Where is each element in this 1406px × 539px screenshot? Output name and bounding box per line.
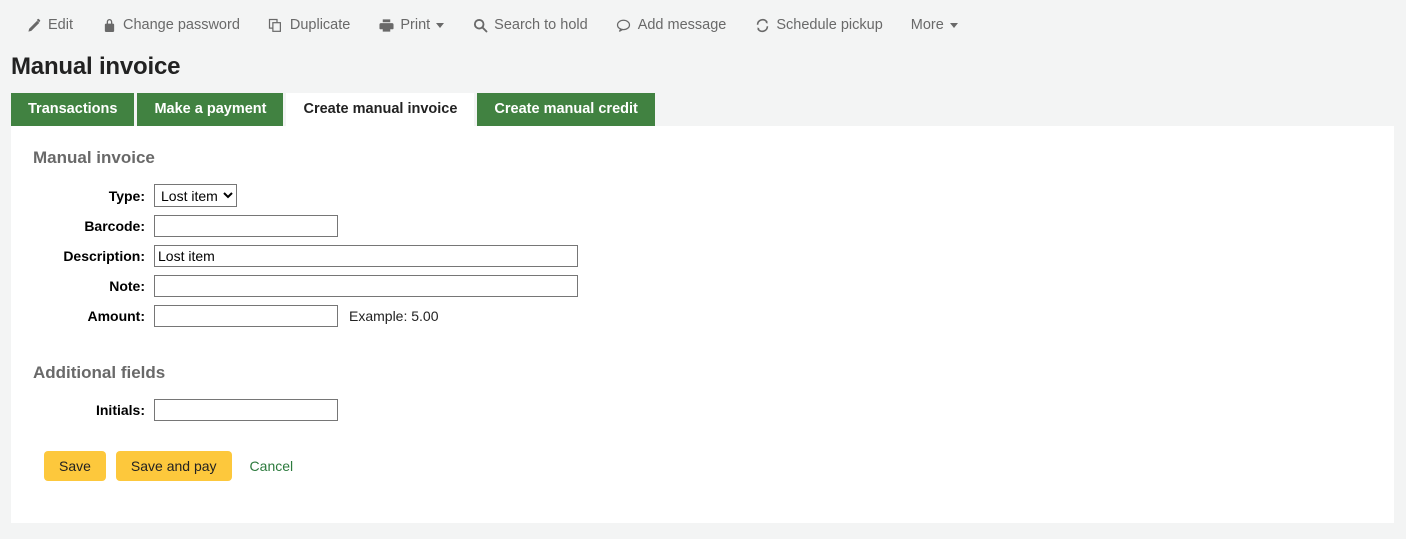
page-title: Manual invoice <box>0 50 1406 84</box>
toolbar-item-label: Edit <box>48 17 73 33</box>
content-panel: Manual invoice Type: Lost item Barcode: … <box>11 126 1394 523</box>
copy-icon <box>268 17 284 33</box>
toolbar-item-label: More <box>911 17 944 33</box>
toolbar-item-label: Print <box>400 17 430 33</box>
form-row-type: Type: Lost item <box>11 184 1394 207</box>
toolbar-item-duplicate[interactable]: Duplicate <box>268 17 350 33</box>
additional-fields-legend: Additional fields <box>11 363 1394 383</box>
tab-bar: Transactions Make a payment Create manua… <box>0 93 1406 126</box>
printer-icon <box>378 17 394 33</box>
tab-make-a-payment[interactable]: Make a payment <box>137 93 283 126</box>
barcode-input[interactable] <box>154 215 338 237</box>
description-label: Description: <box>11 248 154 264</box>
barcode-label: Barcode: <box>11 218 154 234</box>
initials-label: Initials: <box>11 402 154 418</box>
save-button[interactable]: Save <box>44 451 106 481</box>
form-row-note: Note: <box>11 275 1394 297</box>
toolbar-item-label: Change password <box>123 17 240 33</box>
toolbar-item-label: Search to hold <box>494 17 588 33</box>
toolbar-item-label: Duplicate <box>290 17 350 33</box>
note-input[interactable] <box>154 275 578 297</box>
manual-invoice-legend: Manual invoice <box>11 148 1394 168</box>
comment-icon <box>616 17 632 33</box>
refresh-icon <box>754 17 770 33</box>
toolbar-item-schedule-pickup[interactable]: Schedule pickup <box>754 17 882 33</box>
tab-transactions[interactable]: Transactions <box>11 93 134 126</box>
note-label: Note: <box>11 278 154 294</box>
toolbar-item-search-to-hold[interactable]: Search to hold <box>472 17 588 33</box>
form-row-barcode: Barcode: <box>11 215 1394 237</box>
amount-label: Amount: <box>11 308 154 324</box>
toolbar-item-label: Schedule pickup <box>776 17 882 33</box>
cancel-link[interactable]: Cancel <box>250 458 294 474</box>
tab-create-manual-invoice[interactable]: Create manual invoice <box>286 93 474 126</box>
toolbar-item-edit[interactable]: Edit <box>26 17 73 33</box>
amount-hint: Example: 5.00 <box>349 308 439 324</box>
toolbar-item-add-message[interactable]: Add message <box>616 17 727 33</box>
form-row-description: Description: <box>11 245 1394 267</box>
toolbar-item-change-password[interactable]: Change password <box>101 17 240 33</box>
initials-input[interactable] <box>154 399 338 421</box>
toolbar-item-label: Add message <box>638 17 727 33</box>
search-icon <box>472 17 488 33</box>
lock-icon <box>101 17 117 33</box>
tab-create-manual-credit[interactable]: Create manual credit <box>477 93 654 126</box>
form-row-initials: Initials: <box>11 399 1394 421</box>
toolbar-item-more[interactable]: More <box>911 17 958 33</box>
description-input[interactable] <box>154 245 578 267</box>
chevron-down-icon <box>950 23 958 28</box>
toolbar-item-print[interactable]: Print <box>378 17 444 33</box>
save-and-pay-button[interactable]: Save and pay <box>116 451 232 481</box>
form-row-amount: Amount: Example: 5.00 <box>11 305 1394 327</box>
amount-input[interactable] <box>154 305 338 327</box>
section-spacer <box>11 335 1394 363</box>
pencil-icon <box>26 17 42 33</box>
type-label: Type: <box>11 188 154 204</box>
type-select[interactable]: Lost item <box>154 184 237 207</box>
chevron-down-icon <box>436 23 444 28</box>
action-toolbar: Edit Change password Duplicate Print <box>0 0 1406 50</box>
form-actions: Save Save and pay Cancel <box>11 451 1394 481</box>
